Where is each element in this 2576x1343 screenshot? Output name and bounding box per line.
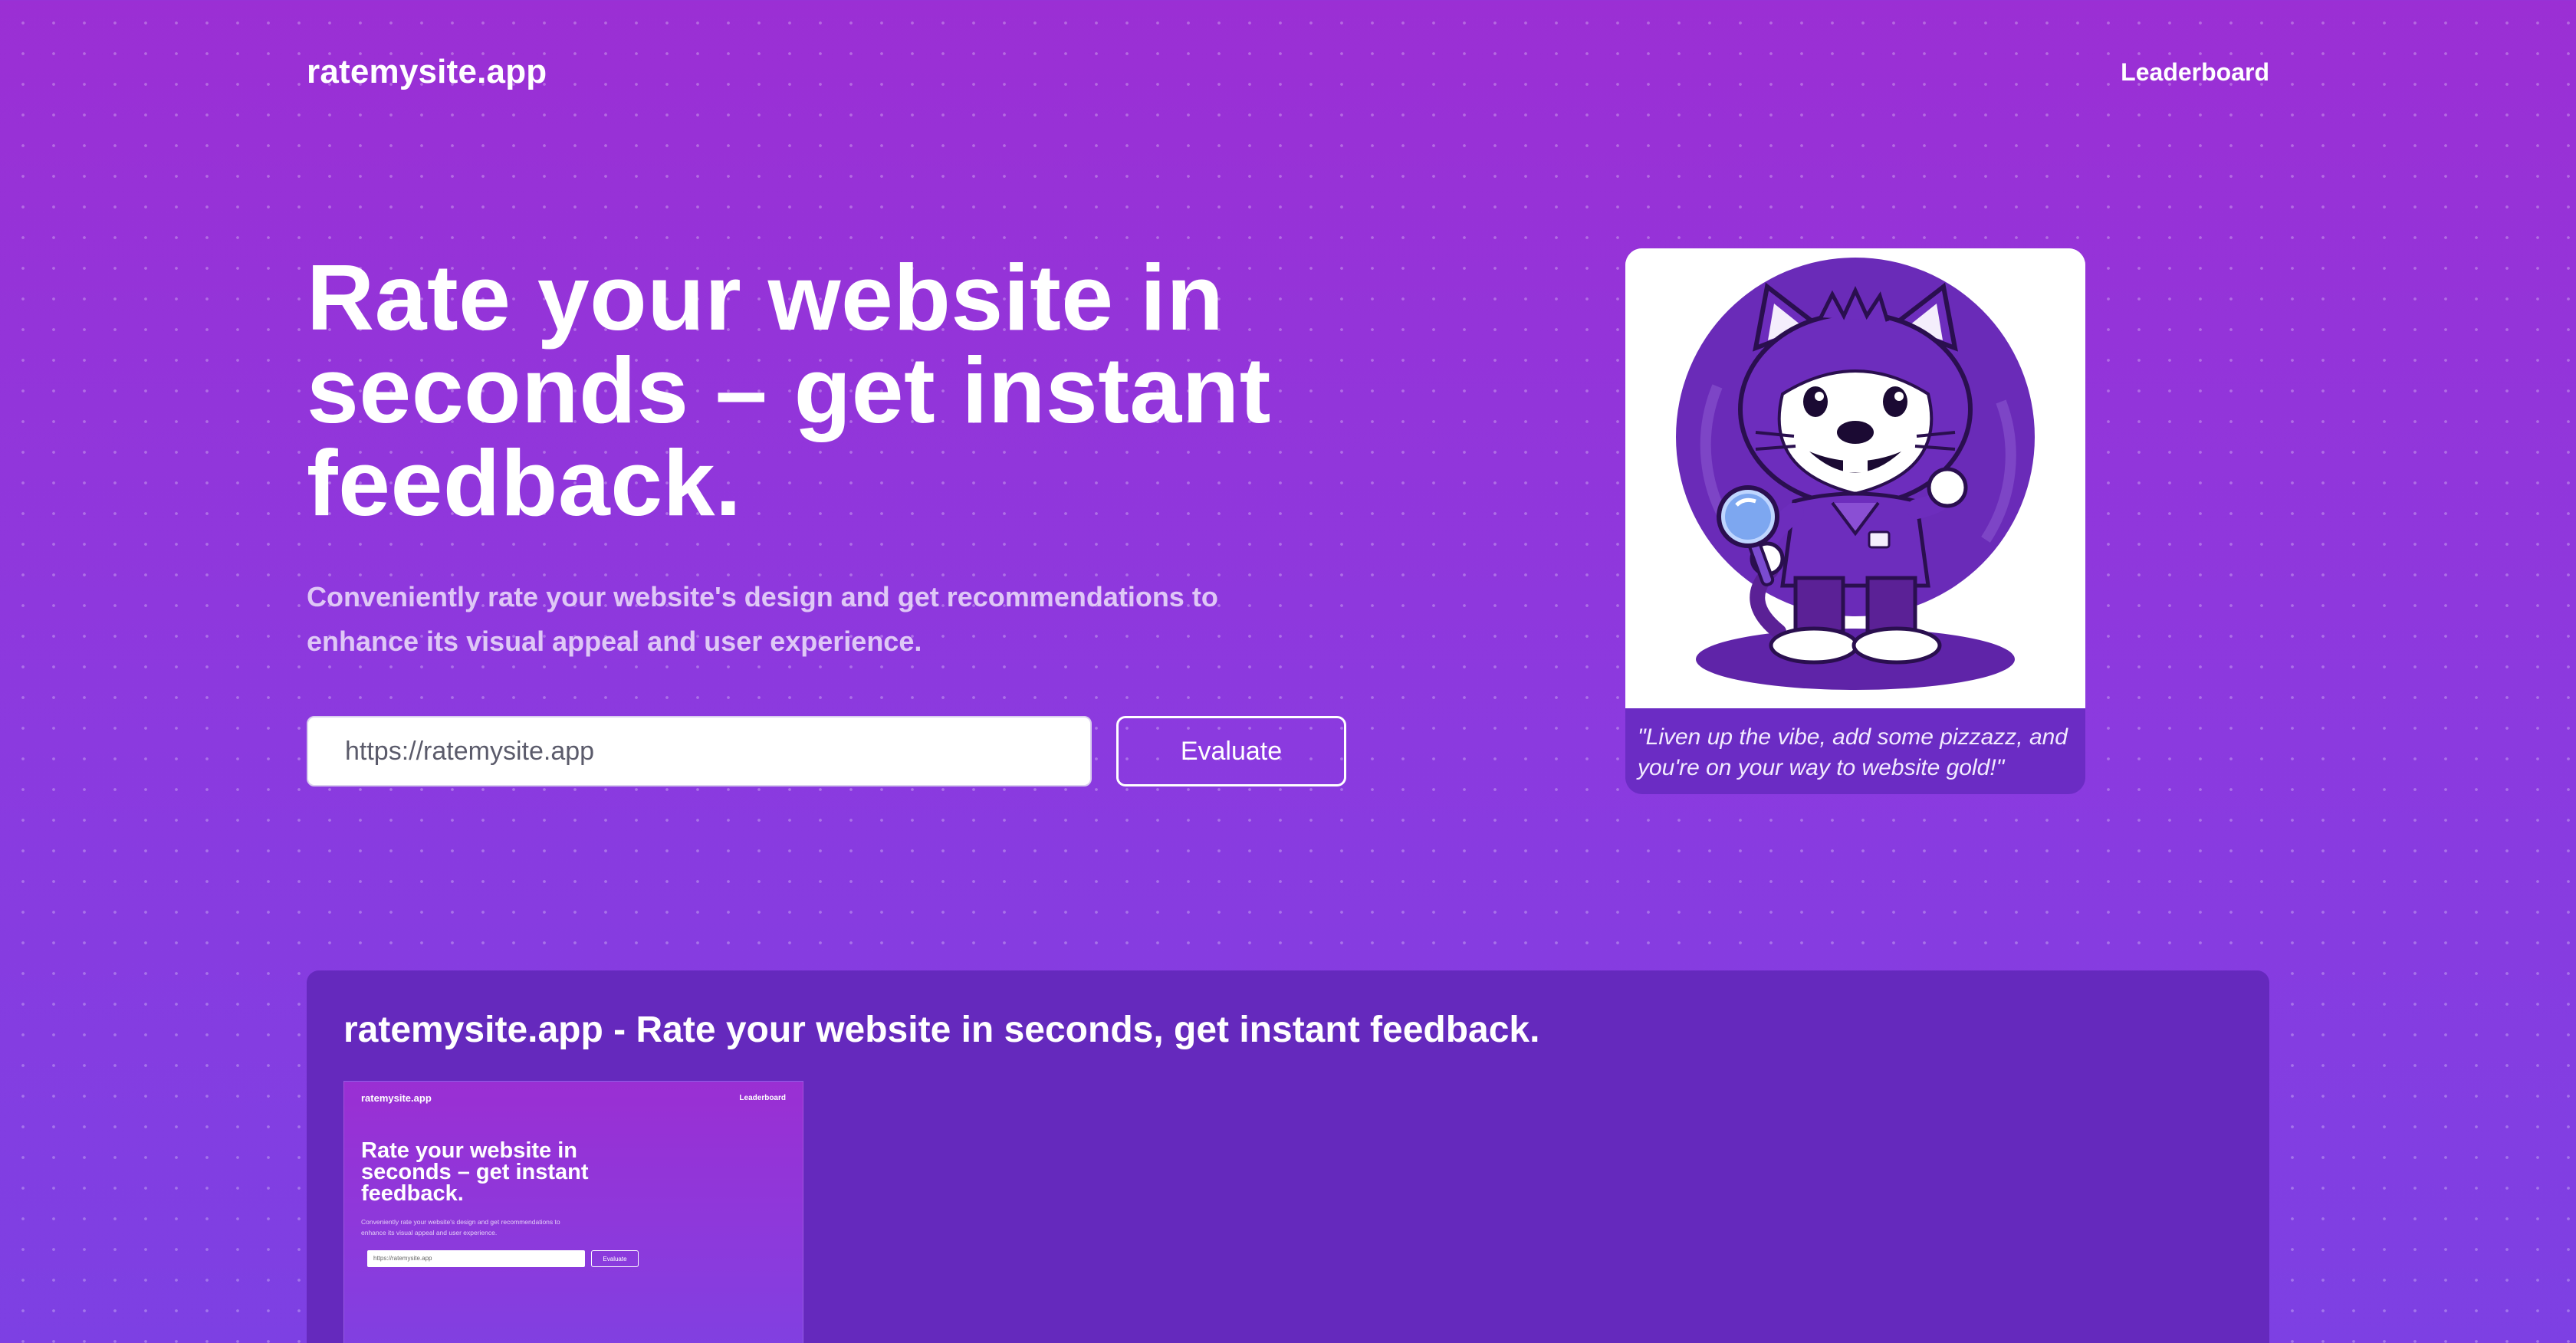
thumb-evaluate: Evaluate	[591, 1250, 639, 1267]
hero-title: Rate your website in seconds – get insta…	[307, 245, 1271, 535]
top-nav: ratemysite.app Leaderboard	[307, 51, 2269, 94]
thumb-input: https://ratemysite.app	[367, 1250, 585, 1267]
thumb-subtitle: Conveniently rate your website's design …	[361, 1218, 560, 1236]
cat-mascot-icon	[1625, 248, 2085, 708]
brand-logo[interactable]: ratemysite.app	[307, 53, 547, 91]
thumb-title: Rate your website in seconds – get insta…	[361, 1138, 589, 1206]
mascot-card: "Liven up the vibe, add some pizzazz, an…	[1625, 248, 2085, 794]
mascot-quote: "Liven up the vibe, add some pizzazz, an…	[1638, 724, 2068, 780]
site-screenshot-thumbnail[interactable]: ratemysite.app Leaderboard Rate your web…	[343, 1081, 803, 1343]
nav-link-leaderboard[interactable]: Leaderboard	[2121, 58, 2269, 87]
site-preview-panel: ratemysite.app - Rate your website in se…	[307, 970, 2269, 1343]
website-url-input[interactable]	[307, 716, 1092, 786]
hero-subtitle: Conveniently rate your website's design …	[307, 581, 1218, 657]
thumb-leaderboard: Leaderboard	[739, 1094, 786, 1102]
thumb-brand: ratemysite.app	[361, 1092, 432, 1104]
preview-title: ratemysite.app - Rate your website in se…	[343, 1010, 1540, 1050]
evaluate-button[interactable]: Evaluate	[1116, 716, 1346, 786]
